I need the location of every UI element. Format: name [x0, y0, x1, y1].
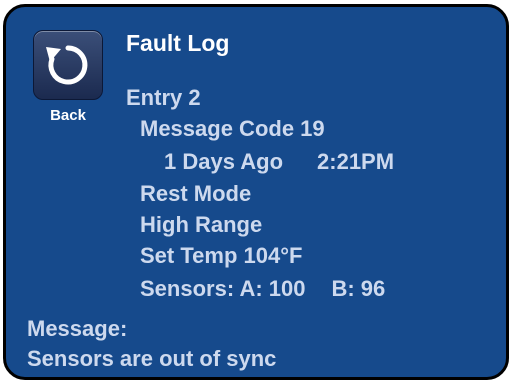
days-ago: 1 Days Ago — [164, 149, 284, 174]
fault-log-screen: Back Fault Log Entry 2 Message Code 19 1… — [3, 4, 509, 380]
set-temp-value: Set Temp 104°F — [140, 243, 303, 268]
message-code: Message Code 19 — [140, 116, 325, 141]
back-label[interactable]: Back — [33, 107, 103, 124]
mode-value: Rest Mode — [140, 181, 252, 206]
back-arrow-icon — [46, 45, 88, 85]
message-label: Message: — [27, 316, 128, 341]
entry-label: Entry 2 — [126, 85, 201, 110]
back-button[interactable]: Back — [33, 30, 103, 128]
sensors-row: Sensors: A: 100 B: 96 — [140, 276, 385, 302]
message-text: Sensors are out of sync — [27, 346, 277, 371]
page-title: Fault Log — [126, 30, 230, 56]
entry-time-row: 1 Days Ago 2:21PM — [164, 149, 394, 175]
sensor-a: Sensors: A: 100 — [140, 276, 306, 301]
range-value: High Range — [140, 212, 263, 237]
back-button-tile[interactable] — [33, 30, 103, 100]
entry-time: 2:21PM — [317, 149, 395, 174]
sensor-b: B: 96 — [331, 276, 386, 301]
